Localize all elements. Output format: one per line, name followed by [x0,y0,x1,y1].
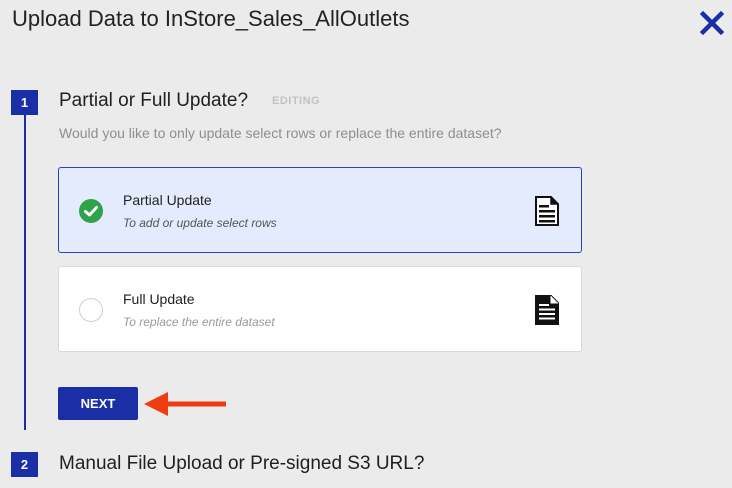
close-button[interactable] [697,8,727,38]
document-icon [535,196,559,226]
option-description: To replace the entire dataset [123,315,275,329]
step-1-status: EDITING [272,95,321,107]
red-arrow-annotation [144,392,226,416]
option-label: Full Update [123,291,195,307]
dialog-title: Upload Data to InStore_Sales_AllOutlets [12,6,410,31]
step-2-title: Manual File Upload or Pre-signed S3 URL? [59,453,425,474]
next-button[interactable]: NEXT [58,387,138,420]
partial-update-option[interactable]: Partial Update To add or update select r… [58,167,582,253]
step-1-subtitle: Would you like to only update select row… [59,125,502,141]
step-1-number: 1 [11,90,38,115]
document-icon [535,295,559,325]
option-label: Partial Update [123,192,212,208]
step-1-title: Partial or Full Update? [59,90,249,111]
close-icon [699,10,725,36]
full-update-option[interactable]: Full Update To replace the entire datase… [58,266,582,352]
step-2-number: 2 [11,452,38,477]
step-connector-line [24,112,26,430]
selected-check-icon[interactable] [79,199,103,223]
option-description: To add or update select rows [123,216,277,230]
radio-unchecked[interactable] [79,298,103,322]
